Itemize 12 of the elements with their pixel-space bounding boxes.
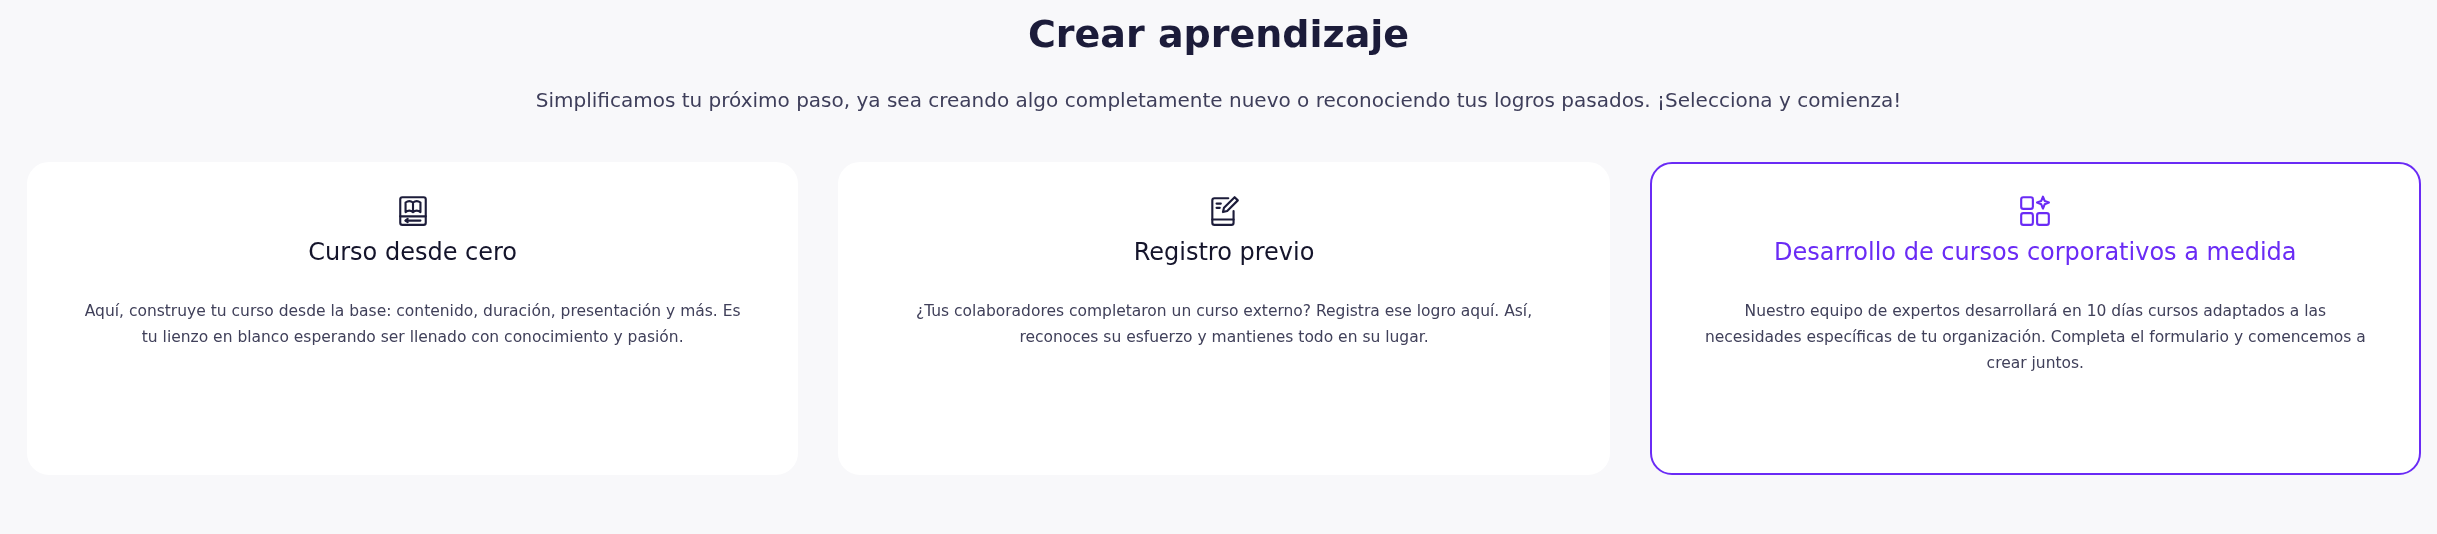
card-title: Registro previo xyxy=(1133,237,1315,269)
card-description: Aquí, construye tu curso desde la base: contenido, duración, presentación y más. Es tu lienzo en blanco esperando ser llenado con conocimiento y pasión. xyxy=(83,301,742,349)
page-title: Crear aprendizaje xyxy=(1026,11,1411,58)
card-title: Desarrollo de cursos corporativos a medida xyxy=(1774,237,2297,269)
card-title: Curso desde cero xyxy=(308,237,518,269)
option-card[interactable] xyxy=(1649,162,2421,476)
apps-sparkle-icon xyxy=(2018,194,2053,229)
option-card[interactable]: Curso desde cero Aquí, construye tu curso desde la base: contenido, duración, presentación y más. Es tu lienzo en blanco esperando ser llenado con conocimiento y pasión. xyxy=(27,162,799,476)
card-description: Nuestro equipo de expertos desarrollará en 10 días cursos adaptados a las necesidades específicas de tu organización. Completa el formulario y comencemos a crear juntos. xyxy=(1703,301,2367,375)
card-description: ¿Tus colaboradores completaron un curso externo? Registra ese logro aquí. Así, reconoces su esfuerzo y mantienes todo en su lugar. xyxy=(914,301,1534,349)
page-subtitle: Simplificamos tu próximo paso, ya sea creando algo completamente nuevo o reconociendo tus logros pasados. ¡Selecciona y comienza! xyxy=(535,87,1902,115)
option-card[interactable]: Registro previo ¿Tus colaboradores completaron un curso externo? Registra ese logro aquí. Así, reconoces su esfuerzo y mantienes todo en su lugar. xyxy=(838,162,1610,476)
